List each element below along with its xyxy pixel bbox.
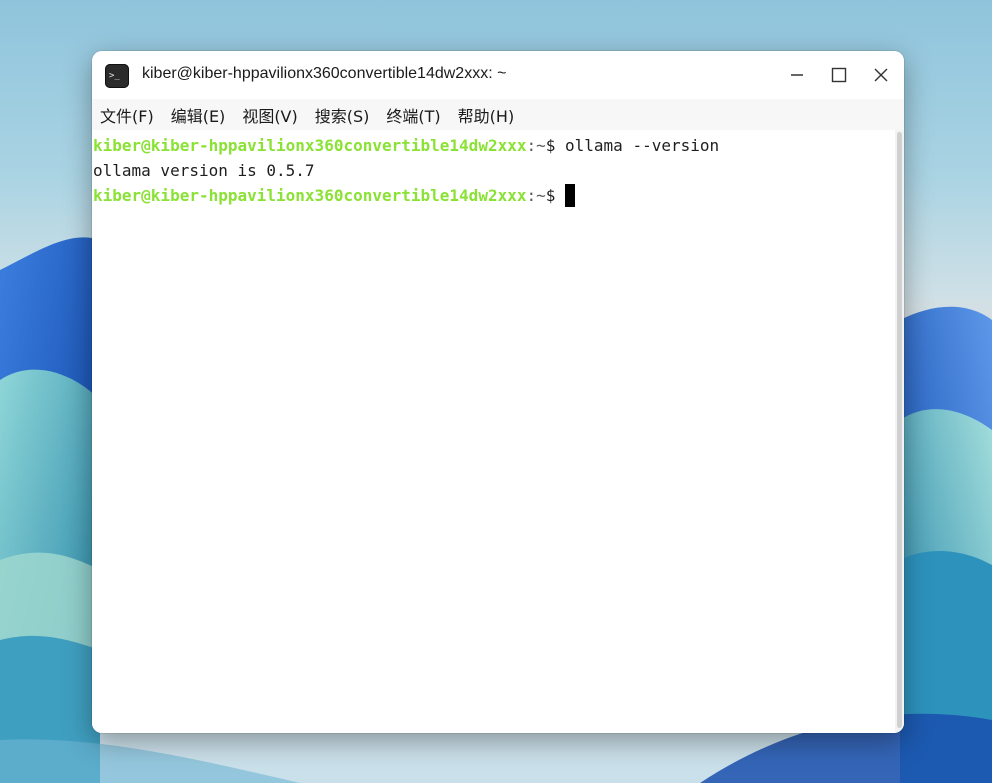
command-text: ollama --version (565, 136, 720, 155)
prompt-user-host: kiber@kiber-hppavilionx360convertible14d… (93, 136, 527, 155)
terminal-icon: >_ (105, 64, 129, 88)
prompt-user-host: kiber@kiber-hppavilionx360convertible14d… (93, 186, 527, 205)
close-icon (874, 68, 888, 82)
prompt-path: :~ (526, 136, 546, 155)
command-output: ollama version is 0.5.7 (93, 161, 315, 180)
menu-search[interactable]: 搜索(S) (315, 103, 370, 127)
prompt-path: :~ (526, 186, 546, 205)
terminal-window[interactable]: >_ kiber@kiber-hppavilionx360convertible… (92, 51, 904, 733)
close-button[interactable] (866, 61, 896, 89)
terminal-line: ollama version is 0.5.7 (93, 159, 315, 183)
maximize-button[interactable] (824, 61, 854, 89)
scrollbar-thumb[interactable] (897, 132, 902, 728)
minimize-icon (791, 74, 803, 76)
terminal-line: kiber@kiber-hppavilionx360convertible14d… (93, 134, 719, 158)
prompt-symbol: $ (545, 186, 566, 205)
vertical-scrollbar[interactable] (895, 130, 904, 733)
menu-bar: 文件(F) 编辑(E) 视图(V) 搜索(S) 终端(T) 帮助(H) (92, 99, 904, 130)
menu-terminal[interactable]: 终端(T) (386, 103, 440, 127)
minimize-button[interactable] (782, 61, 812, 89)
prompt-symbol: $ (545, 136, 566, 155)
terminal-line: kiber@kiber-hppavilionx360convertible14d… (93, 184, 576, 208)
menu-help[interactable]: 帮助(H) (458, 103, 515, 127)
maximize-icon (831, 67, 847, 83)
menu-edit[interactable]: 编辑(E) (171, 103, 226, 127)
menu-view[interactable]: 视图(V) (242, 103, 297, 127)
text-cursor (565, 184, 576, 207)
menu-file[interactable]: 文件(F) (100, 103, 154, 127)
title-bar[interactable]: >_ kiber@kiber-hppavilionx360convertible… (92, 51, 904, 99)
terminal-output-area[interactable]: kiber@kiber-hppavilionx360convertible14d… (92, 130, 895, 733)
window-title: kiber@kiber-hppavilionx360convertible14d… (142, 65, 507, 82)
